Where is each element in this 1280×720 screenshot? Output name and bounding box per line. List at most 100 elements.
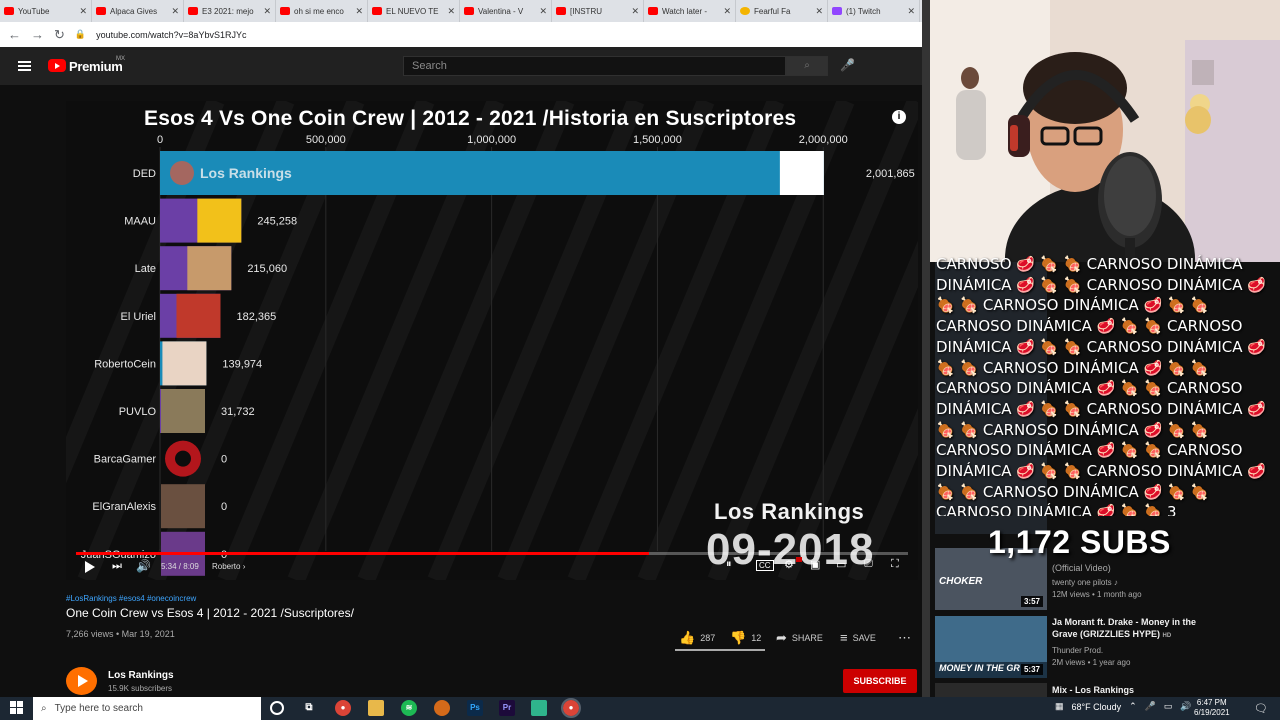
settings-icon[interactable]: ⚙ xyxy=(784,558,794,571)
youtube-icon xyxy=(556,7,566,15)
hashtags[interactable]: #LosRankings #esos4 #onecoincrew xyxy=(66,594,196,603)
brand-label[interactable]: Premium xyxy=(69,59,123,74)
mic-tray-icon[interactable]: 🎤 xyxy=(1145,701,1156,712)
bar-inner-label: Los Rankings xyxy=(200,165,292,181)
category-label: DED xyxy=(133,168,156,180)
rec-thumb-3[interactable] xyxy=(935,683,1047,697)
share-button[interactable]: ➦ SHARE xyxy=(776,630,823,646)
youtube-icon xyxy=(648,7,658,15)
value-label: 31,732 xyxy=(221,406,255,418)
browser-tab[interactable]: Alpaca Gives ✕ xyxy=(92,0,184,22)
url-field[interactable]: youtube.com/watch?v=8aYbvS1RJYc xyxy=(96,30,246,40)
close-tab-icon[interactable]: ✕ xyxy=(631,6,639,17)
close-tab-icon[interactable]: ✕ xyxy=(723,6,731,17)
info-icon[interactable]: i xyxy=(892,110,906,124)
volume-icon[interactable]: 🔊 xyxy=(136,559,151,573)
playlist-add-icon: ≡ xyxy=(840,630,848,645)
channel-avatar[interactable] xyxy=(66,667,97,695)
network-icon[interactable]: ▭ xyxy=(1164,701,1173,712)
browser-tab[interactable]: YouTube ✕ xyxy=(0,0,92,22)
close-tab-icon[interactable]: ✕ xyxy=(79,6,87,17)
youtube-icon xyxy=(96,7,106,15)
x-tick-label: 500,000 xyxy=(306,134,346,146)
search-input[interactable] xyxy=(403,56,786,76)
browser-tab[interactable]: E3 2021: mejo ✕ xyxy=(184,0,276,22)
spotify-icon[interactable]: ≋ xyxy=(401,700,417,716)
forward-icon[interactable]: → xyxy=(31,27,44,42)
app-icon[interactable] xyxy=(434,700,450,716)
task-view-icon[interactable]: ⧉ xyxy=(301,700,317,716)
channel-name[interactable]: Los Rankings xyxy=(108,670,174,681)
chrome-icon[interactable]: ● xyxy=(335,700,351,716)
miniplayer-icon[interactable]: ▣ xyxy=(810,558,820,571)
windows-start-icon[interactable] xyxy=(10,701,23,714)
taskbar-clock[interactable]: 6:47 PM 6/19/2021 xyxy=(1194,698,1230,718)
autoplay-toggle[interactable]: ⏸ xyxy=(726,558,732,571)
rec-thumb-2[interactable]: MONEY IN THE GR 5:37 xyxy=(935,616,1047,678)
clock-date: 6/19/2021 xyxy=(1194,708,1230,717)
subscribe-button[interactable]: SUBSCRIBE xyxy=(843,669,917,693)
chapter-label[interactable]: Roberto › xyxy=(212,562,245,571)
like-button[interactable]: 👍 287 xyxy=(679,630,715,646)
youtube-header: Premium MX ⌕ 🎤 xyxy=(0,47,922,85)
menu-icon[interactable] xyxy=(18,61,31,71)
bar-avatar xyxy=(161,484,205,529)
browser-tab[interactable]: EL NUEVO TE ✕ xyxy=(368,0,460,22)
save-button[interactable]: ≡ SAVE xyxy=(840,630,876,645)
cast-icon[interactable]: ⎚ xyxy=(864,558,873,571)
video-player[interactable]: 0 500,000 1,000,000 1,500,000 2,000,000 Los R… xyxy=(66,101,918,580)
search-button[interactable]: ⌕ xyxy=(786,56,828,76)
rec-channel-2[interactable]: Thunder Prod. xyxy=(1052,646,1103,655)
chrome-active-icon[interactable]: ● xyxy=(561,698,581,718)
subs-counter: 1,172 SUBS xyxy=(988,524,1171,560)
reload-icon[interactable]: ↻ xyxy=(54,27,65,43)
close-tab-icon[interactable]: ✕ xyxy=(263,6,271,17)
webcam-feed xyxy=(930,0,1280,262)
close-tab-icon[interactable]: ✕ xyxy=(815,6,823,17)
browser-tab[interactable]: Watch later - ✕ xyxy=(644,0,736,22)
close-tab-icon[interactable]: ✕ xyxy=(171,6,179,17)
browser-tab[interactable]: Fearful Fa ✕ xyxy=(736,0,828,22)
rec-title-2[interactable]: Ja Morant ft. Drake - Money in the Grave… xyxy=(1052,616,1202,642)
fullscreen-icon[interactable]: ⛶ xyxy=(891,558,899,571)
next-icon[interactable]: ⏭ xyxy=(112,560,122,573)
close-tab-icon[interactable]: ✕ xyxy=(447,6,455,17)
bar-avatar xyxy=(162,341,207,386)
tab-label: (1) Twitch xyxy=(846,6,881,16)
premiere-icon[interactable]: Pr xyxy=(499,700,515,716)
x-tick-label: 2,000,000 xyxy=(799,134,848,146)
chat-message-line: DINÁMICA 🥩 🍖 🍖 CARNOSO DINÁMICA 🥩 xyxy=(936,462,1266,481)
photoshop-icon[interactable]: Ps xyxy=(467,700,483,716)
tray-up-icon[interactable]: ⌃ xyxy=(1129,701,1137,712)
more-actions-button[interactable]: ⋯ xyxy=(898,630,911,646)
browser-tab[interactable]: oh si me enco ✕ xyxy=(276,0,368,22)
rec-partial-title[interactable]: (Official Video) xyxy=(1052,562,1202,574)
streaming-app-icon[interactable] xyxy=(531,700,547,716)
close-tab-icon[interactable]: ✕ xyxy=(355,6,363,17)
weather-text[interactable]: 68°F Cloudy xyxy=(1072,702,1122,712)
notification-icon[interactable]: 🗨 xyxy=(1254,702,1268,715)
close-tab-icon[interactable]: ✕ xyxy=(539,6,547,17)
mic-icon[interactable]: 🎤 xyxy=(840,58,855,74)
dislike-button[interactable]: 👎 12 xyxy=(730,630,761,646)
rec-thumb-1-label: CHOKER xyxy=(939,576,983,587)
close-tab-icon[interactable]: ✕ xyxy=(907,6,915,17)
chat-message-line: DINÁMICA 🥩 🍖 🍖 CARNOSO DINÁMICA 🥩 xyxy=(936,399,1266,418)
progress-bar[interactable] xyxy=(76,552,908,555)
back-icon[interactable]: ← xyxy=(8,27,21,42)
rec-title-3[interactable]: Mix - Los Rankings xyxy=(1052,684,1202,696)
youtube-logo-icon[interactable] xyxy=(48,59,66,72)
browser-tab[interactable]: [INSTRU ✕ xyxy=(552,0,644,22)
rec-channel-1[interactable]: twenty one pilots ♪ xyxy=(1052,578,1118,587)
browser-tab[interactable]: (1) Twitch ✕ xyxy=(828,0,920,22)
cortana-icon[interactable] xyxy=(270,701,284,715)
play-icon[interactable] xyxy=(84,560,96,574)
theater-icon[interactable]: ▭ xyxy=(836,558,846,571)
volume-tray-icon[interactable]: 🔊 xyxy=(1180,701,1191,712)
taskbar-search[interactable]: ⌕ Type here to search xyxy=(33,697,261,720)
browser-tab[interactable]: Valentina - V ✕ xyxy=(460,0,552,22)
channel-subs: 15.9K subscribers xyxy=(108,684,173,693)
category-label: El Uriel xyxy=(121,311,156,323)
captions-icon[interactable]: CC xyxy=(756,560,774,571)
file-explorer-icon[interactable] xyxy=(368,700,384,716)
